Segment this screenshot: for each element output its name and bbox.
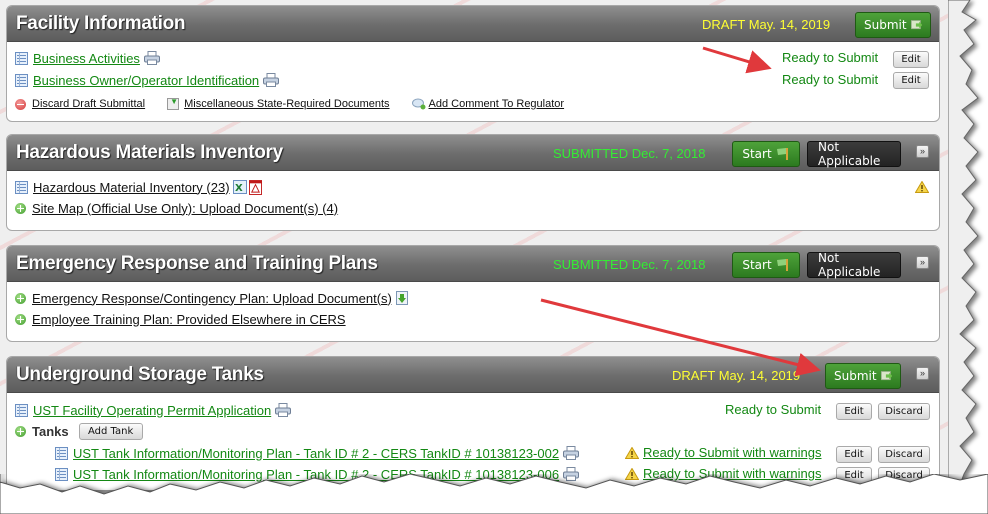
discard-draft-link[interactable]: Discard Draft Submittal — [32, 98, 145, 110]
start-label: Start — [742, 258, 772, 272]
panel-header: Facility Information DRAFT May. 14, 2019… — [7, 6, 939, 42]
form-icon — [15, 180, 28, 194]
list-item: Emergency Response/Contingency Plan: Upl… — [15, 288, 408, 308]
discard-button[interactable]: Discard — [878, 446, 930, 463]
start-button[interactable]: Start — [732, 141, 800, 167]
emergency-response-panel: Emergency Response and Training Plans SU… — [6, 245, 940, 342]
panel-header: Underground Storage Tanks DRAFT May. 14,… — [7, 357, 939, 393]
panel-title: Hazardous Materials Inventory — [16, 142, 283, 163]
list-item: Business Activities — [15, 48, 160, 68]
facility-information-panel: Facility Information DRAFT May. 14, 2019… — [6, 5, 940, 122]
submit-icon — [911, 19, 922, 31]
tank-status-link[interactable]: Ready to Submit with warnings — [643, 445, 821, 460]
submit-button[interactable]: Submit — [825, 363, 901, 389]
list-item: Business Owner/Operator Identification — [15, 70, 279, 90]
page-canvas: Facility Information DRAFT May. 14, 2019… — [0, 0, 955, 490]
list-item: Employee Training Plan: Provided Elsewhe… — [15, 309, 346, 329]
print-icon[interactable] — [263, 73, 279, 87]
underground-storage-tanks-panel: Underground Storage Tanks DRAFT May. 14,… — [6, 356, 940, 490]
tanks-row: Tanks Add Tank — [15, 421, 143, 441]
tanks-label: Tanks — [32, 423, 69, 439]
not-applicable-button[interactable]: Not Applicable — [807, 251, 901, 279]
expand-plus-icon[interactable] — [15, 425, 26, 437]
print-icon[interactable] — [563, 446, 579, 460]
list-item: UST Facility Operating Permit Applicatio… — [15, 400, 291, 420]
tank-link[interactable]: UST Tank Information/Monitoring Plan - T… — [73, 446, 559, 461]
collapse-icon[interactable]: » — [916, 367, 929, 380]
collapse-icon[interactable]: » — [916, 256, 929, 269]
list-item: Site Map (Official Use Only): Upload Doc… — [15, 198, 338, 218]
expand-plus-icon[interactable] — [15, 202, 26, 214]
download-icon[interactable] — [396, 291, 408, 305]
status-text: Ready to Submit — [725, 402, 822, 417]
footer-link-row: Discard Draft Submittal Miscellaneous St… — [15, 94, 564, 114]
torn-edge-right — [948, 0, 979, 491]
pdf-icon[interactable] — [249, 180, 262, 195]
business-activities-link[interactable]: Business Activities — [33, 51, 140, 66]
submit-label: Submit — [864, 18, 907, 32]
panel-header: Emergency Response and Training Plans SU… — [7, 246, 939, 282]
submitted-date: SUBMITTED Dec. 7, 2018 — [553, 146, 706, 161]
submit-button[interactable]: Submit — [855, 12, 931, 38]
emergency-plan-link[interactable]: Emergency Response/Contingency Plan: Upl… — [32, 291, 392, 306]
site-map-link[interactable]: Site Map (Official Use Only): Upload Doc… — [32, 201, 338, 216]
hazardous-materials-panel: Hazardous Materials Inventory SUBMITTED … — [6, 134, 940, 231]
discard-button[interactable]: Discard — [878, 403, 930, 420]
panel-title: Facility Information — [16, 13, 186, 34]
excel-icon[interactable] — [233, 180, 247, 194]
status-text: Ready to Submit — [782, 72, 879, 87]
expand-plus-icon[interactable] — [15, 313, 26, 325]
comment-icon — [412, 98, 426, 110]
panel-title: Underground Storage Tanks — [16, 364, 264, 385]
print-icon[interactable] — [275, 403, 291, 417]
form-icon — [15, 73, 28, 87]
misc-documents-link[interactable]: Miscellaneous State-Required Documents — [184, 98, 389, 110]
start-button[interactable]: Start — [732, 252, 800, 278]
expand-plus-icon[interactable] — [15, 292, 26, 304]
warning-icon — [625, 447, 639, 459]
document-add-icon — [167, 97, 180, 110]
collapse-icon[interactable]: » — [916, 145, 929, 158]
edit-button[interactable]: Edit — [893, 72, 929, 89]
edit-button[interactable]: Edit — [836, 403, 872, 420]
list-item: Hazardous Material Inventory (23) — [15, 177, 262, 197]
form-icon — [55, 446, 68, 460]
torn-edge-bottom — [0, 474, 988, 514]
submit-icon — [881, 370, 892, 382]
draft-date: DRAFT May. 14, 2019 — [672, 368, 801, 383]
warning-icon — [915, 181, 929, 193]
form-icon — [15, 403, 28, 417]
submit-label: Submit — [834, 369, 877, 383]
hazmat-inventory-link[interactable]: Hazardous Material Inventory (23) — [33, 180, 230, 195]
tank-list-item: UST Tank Information/Monitoring Plan - T… — [55, 443, 579, 463]
flag-icon — [776, 259, 790, 271]
start-label: Start — [742, 147, 772, 161]
panel-header: Hazardous Materials Inventory SUBMITTED … — [7, 135, 939, 171]
status-text: Ready to Submit — [782, 50, 879, 65]
business-owner-link[interactable]: Business Owner/Operator Identification — [33, 73, 259, 88]
form-icon — [15, 51, 28, 65]
print-icon[interactable] — [144, 51, 160, 65]
submitted-date: SUBMITTED Dec. 7, 2018 — [553, 257, 706, 272]
add-tank-button[interactable]: Add Tank — [78, 422, 143, 440]
flag-icon — [776, 148, 790, 160]
add-comment-link[interactable]: Add Comment To Regulator — [429, 98, 565, 110]
ust-permit-link[interactable]: UST Facility Operating Permit Applicatio… — [33, 403, 271, 418]
edit-button[interactable]: Edit — [836, 446, 872, 463]
training-plan-link[interactable]: Employee Training Plan: Provided Elsewhe… — [32, 312, 346, 327]
not-applicable-button[interactable]: Not Applicable — [807, 140, 901, 168]
panel-title: Emergency Response and Training Plans — [16, 253, 378, 274]
edit-button[interactable]: Edit — [893, 51, 929, 68]
draft-date: DRAFT May. 14, 2019 — [702, 17, 831, 32]
discard-icon — [15, 98, 26, 110]
